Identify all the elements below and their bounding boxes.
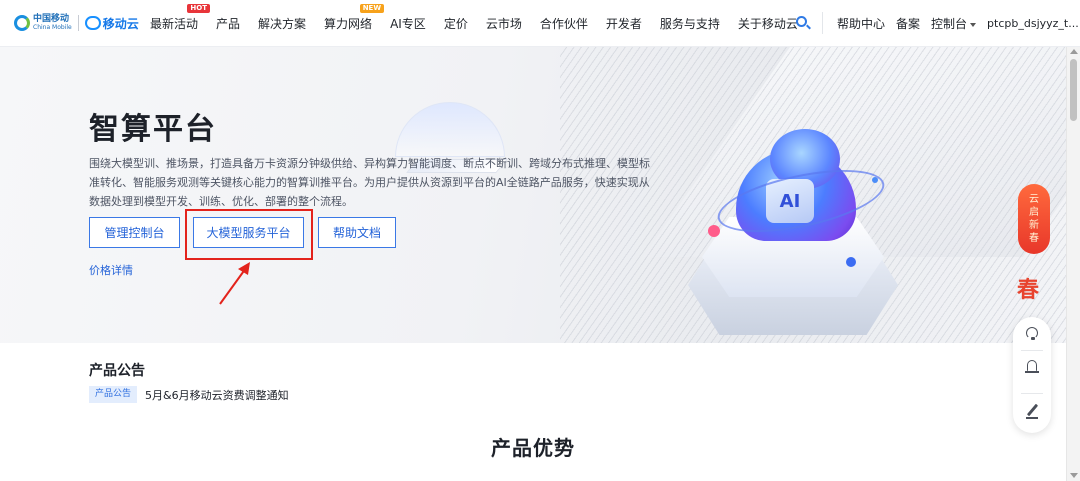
nav-item-computing-network[interactable]: 算力网络 NEW: [324, 4, 385, 32]
annotation-arrow-icon: [219, 262, 250, 305]
ai-cloud-illustration: AI: [688, 117, 928, 343]
promo-char: 云: [1029, 194, 1039, 205]
feedback-pen-icon[interactable]: [1022, 401, 1042, 421]
nav-item-pricing[interactable]: 定价: [444, 15, 468, 32]
announcement-tag: 产品公告: [89, 386, 138, 403]
scrollbar-thumb[interactable]: [1070, 59, 1077, 121]
promo-char: 新: [1029, 220, 1039, 231]
nav-item-marketplace[interactable]: 云市场: [486, 15, 522, 32]
user-links: 帮助中心 备案 控制台 ptcpb_dsjyyz_t...: [837, 0, 1079, 47]
china-mobile-logo-en: China Mobile: [33, 24, 72, 31]
nav-item-label: 算力网络: [324, 17, 373, 31]
nav-item-products[interactable]: 产品: [216, 15, 240, 32]
ecloud-logo: 移动云: [84, 15, 139, 32]
announcements-title: 产品公告: [89, 363, 145, 379]
management-console-button[interactable]: 管理控制台: [89, 217, 180, 248]
site-logo[interactable]: 中国移动 China Mobile 移动云: [14, 11, 139, 35]
console-menu-label: 控制台: [931, 17, 968, 31]
decorative-glass-disc: [395, 102, 505, 157]
floating-toolbar: [1013, 317, 1051, 433]
user-account-menu[interactable]: ptcpb_dsjyyz_t...: [987, 17, 1079, 30]
customer-service-icon[interactable]: [1022, 323, 1042, 343]
toolbar-divider: [1021, 393, 1043, 394]
nav-item-ai-zone[interactable]: AI专区: [390, 15, 426, 32]
ecloud-logo-text: 移动云: [102, 16, 139, 31]
advantages-section-title: 产品优势: [491, 436, 575, 460]
nav-item-solutions[interactable]: 解决方案: [258, 15, 306, 32]
scroll-down-arrow-icon[interactable]: [1070, 473, 1078, 478]
help-docs-button[interactable]: 帮助文档: [318, 217, 396, 248]
nav-item-service-support[interactable]: 服务与支持: [660, 15, 720, 32]
spring-festival-badge[interactable]: 春: [1017, 272, 1039, 304]
chevron-down-icon: [970, 22, 977, 27]
search-icon[interactable]: [795, 15, 812, 32]
llm-service-platform-button[interactable]: 大模型服务平台: [193, 217, 304, 248]
toolbar-divider: [1021, 350, 1043, 351]
promo-char: 启: [1029, 207, 1039, 218]
nav-item-about[interactable]: 关于移动云: [738, 15, 798, 32]
top-navbar: 中国移动 China Mobile 移动云 最新活动 HOT 产品 解决方案 算…: [0, 0, 1080, 47]
announcement-link[interactable]: 5月&6月移动云资费调整通知: [145, 387, 289, 403]
ecloud-logo-icon: [84, 16, 101, 30]
main-nav: 最新活动 HOT 产品 解决方案 算力网络 NEW AI专区 定价 云市场 合作…: [150, 0, 816, 47]
nav-item-developers[interactable]: 开发者: [606, 15, 642, 32]
console-menu[interactable]: 控制台: [931, 15, 977, 32]
hot-badge: HOT: [187, 4, 211, 13]
new-badge: NEW: [359, 4, 385, 13]
nav-divider: [822, 12, 823, 34]
page-title: 智算平台: [89, 112, 217, 147]
notification-bell-icon[interactable]: [1022, 357, 1042, 377]
orb-decoration: [872, 177, 878, 183]
logo-divider: [77, 15, 79, 31]
help-center-link[interactable]: 帮助中心: [837, 15, 885, 32]
scroll-up-arrow-icon[interactable]: [1070, 49, 1078, 54]
price-details-link[interactable]: 价格详情: [89, 262, 133, 278]
orb-decoration: [708, 225, 720, 237]
promo-char: 春: [1029, 233, 1039, 244]
record-link[interactable]: 备案: [896, 15, 920, 32]
china-mobile-logo-icon: [14, 15, 30, 31]
vertical-scrollbar[interactable]: [1066, 47, 1080, 481]
hero-description: 围绕大模型训、推场景，打造具备万卡资源分钟级供给、异构算力智能调度、断点不断训、…: [89, 157, 650, 208]
nav-item-partners[interactable]: 合作伙伴: [540, 15, 588, 32]
china-mobile-logo: 中国移动 China Mobile: [14, 15, 72, 31]
nav-item-label: 最新活动: [150, 17, 199, 31]
nav-item-latest-events[interactable]: 最新活动 HOT: [150, 4, 211, 32]
china-mobile-logo-cn: 中国移动: [33, 14, 70, 24]
spring-promo-banner[interactable]: 云 启 新 春: [1018, 184, 1050, 254]
orb-decoration: [846, 257, 856, 267]
